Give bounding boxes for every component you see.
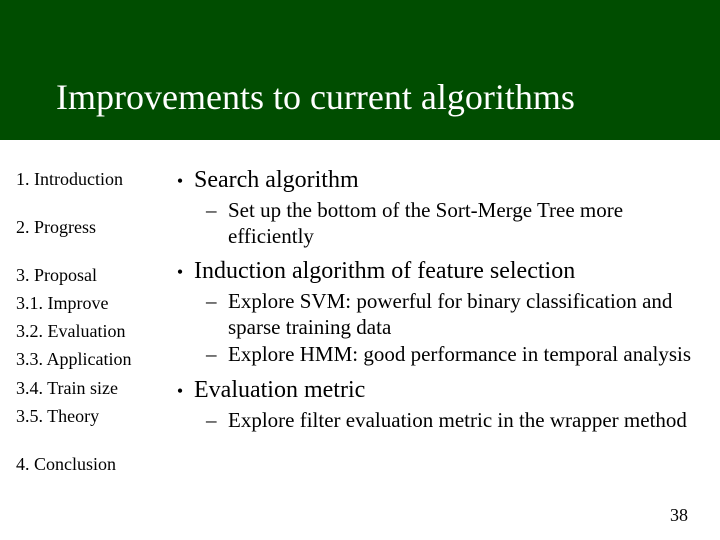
subbullet-text: Set up the bottom of the Sort-Merge Tree… xyxy=(228,198,704,249)
outline-item-proposal: 3. Proposal xyxy=(16,262,158,288)
outline-item-application: 3.3. Application xyxy=(16,346,158,372)
bullet-icon: • xyxy=(166,257,194,287)
subbullet-svm: – Explore SVM: powerful for binary class… xyxy=(166,289,704,340)
subbullet-text: Explore HMM: good performance in tempora… xyxy=(228,342,704,368)
dash-icon: – xyxy=(206,198,228,249)
dash-icon: – xyxy=(206,408,228,434)
content-area: • Search algorithm – Set up the bottom o… xyxy=(166,166,704,479)
slide: Improvements to current algorithms 1. In… xyxy=(0,0,720,540)
dash-icon: – xyxy=(206,342,228,368)
bullet-text: Evaluation metric xyxy=(194,376,704,406)
bullet-search-algorithm: • Search algorithm xyxy=(166,166,704,196)
bullet-icon: • xyxy=(166,376,194,406)
slide-title: Improvements to current algorithms xyxy=(56,76,575,118)
outline-item-evaluation: 3.2. Evaluation xyxy=(16,318,158,344)
outline-item-introduction: 1. Introduction xyxy=(16,166,158,192)
subbullet-text: Explore filter evaluation metric in the … xyxy=(228,408,704,434)
outline-item-train-size: 3.4. Train size xyxy=(16,375,158,401)
outline-item-progress: 2. Progress xyxy=(16,214,158,240)
subbullet-filter-metric: – Explore filter evaluation metric in th… xyxy=(166,408,704,434)
outline-item-theory: 3.5. Theory xyxy=(16,403,158,429)
page-number: 38 xyxy=(670,505,688,526)
dash-icon: – xyxy=(206,289,228,340)
bullet-evaluation-metric: • Evaluation metric xyxy=(166,376,704,406)
subbullet-hmm: – Explore HMM: good performance in tempo… xyxy=(166,342,704,368)
bullet-text: Induction algorithm of feature selection xyxy=(194,257,704,287)
body-area: 1. Introduction 2. Progress 3. Proposal … xyxy=(0,140,720,479)
outline-sidebar: 1. Introduction 2. Progress 3. Proposal … xyxy=(16,166,166,479)
outline-item-conclusion: 4. Conclusion xyxy=(16,451,158,477)
subbullet-sort-merge: – Set up the bottom of the Sort-Merge Tr… xyxy=(166,198,704,249)
subbullet-text: Explore SVM: powerful for binary classif… xyxy=(228,289,704,340)
bullet-induction-algorithm: • Induction algorithm of feature selecti… xyxy=(166,257,704,287)
bullet-icon: • xyxy=(166,166,194,196)
outline-item-improve: 3.1. Improve xyxy=(16,290,158,316)
title-band: Improvements to current algorithms xyxy=(0,0,720,140)
bullet-text: Search algorithm xyxy=(194,166,704,196)
